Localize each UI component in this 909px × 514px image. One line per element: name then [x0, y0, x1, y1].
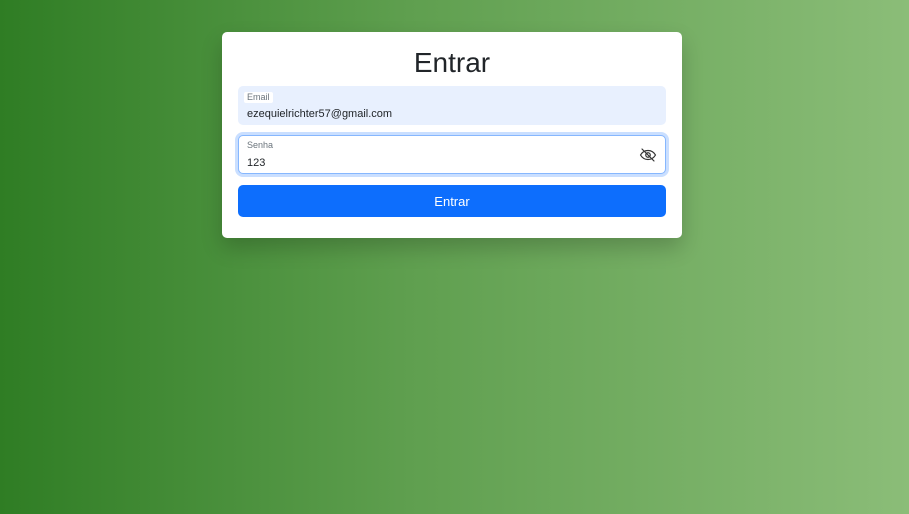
- password-input[interactable]: [247, 155, 627, 171]
- login-card: Entrar Email Senha Entrar: [222, 32, 682, 238]
- email-input[interactable]: [247, 106, 627, 122]
- email-field[interactable]: Email: [238, 86, 666, 125]
- eye-off-icon[interactable]: [639, 146, 657, 164]
- password-label: Senha: [247, 140, 274, 150]
- submit-button[interactable]: Entrar: [238, 185, 666, 217]
- password-field[interactable]: Senha: [238, 135, 666, 174]
- page-title: Entrar: [413, 47, 491, 78]
- email-label: Email: [244, 92, 273, 103]
